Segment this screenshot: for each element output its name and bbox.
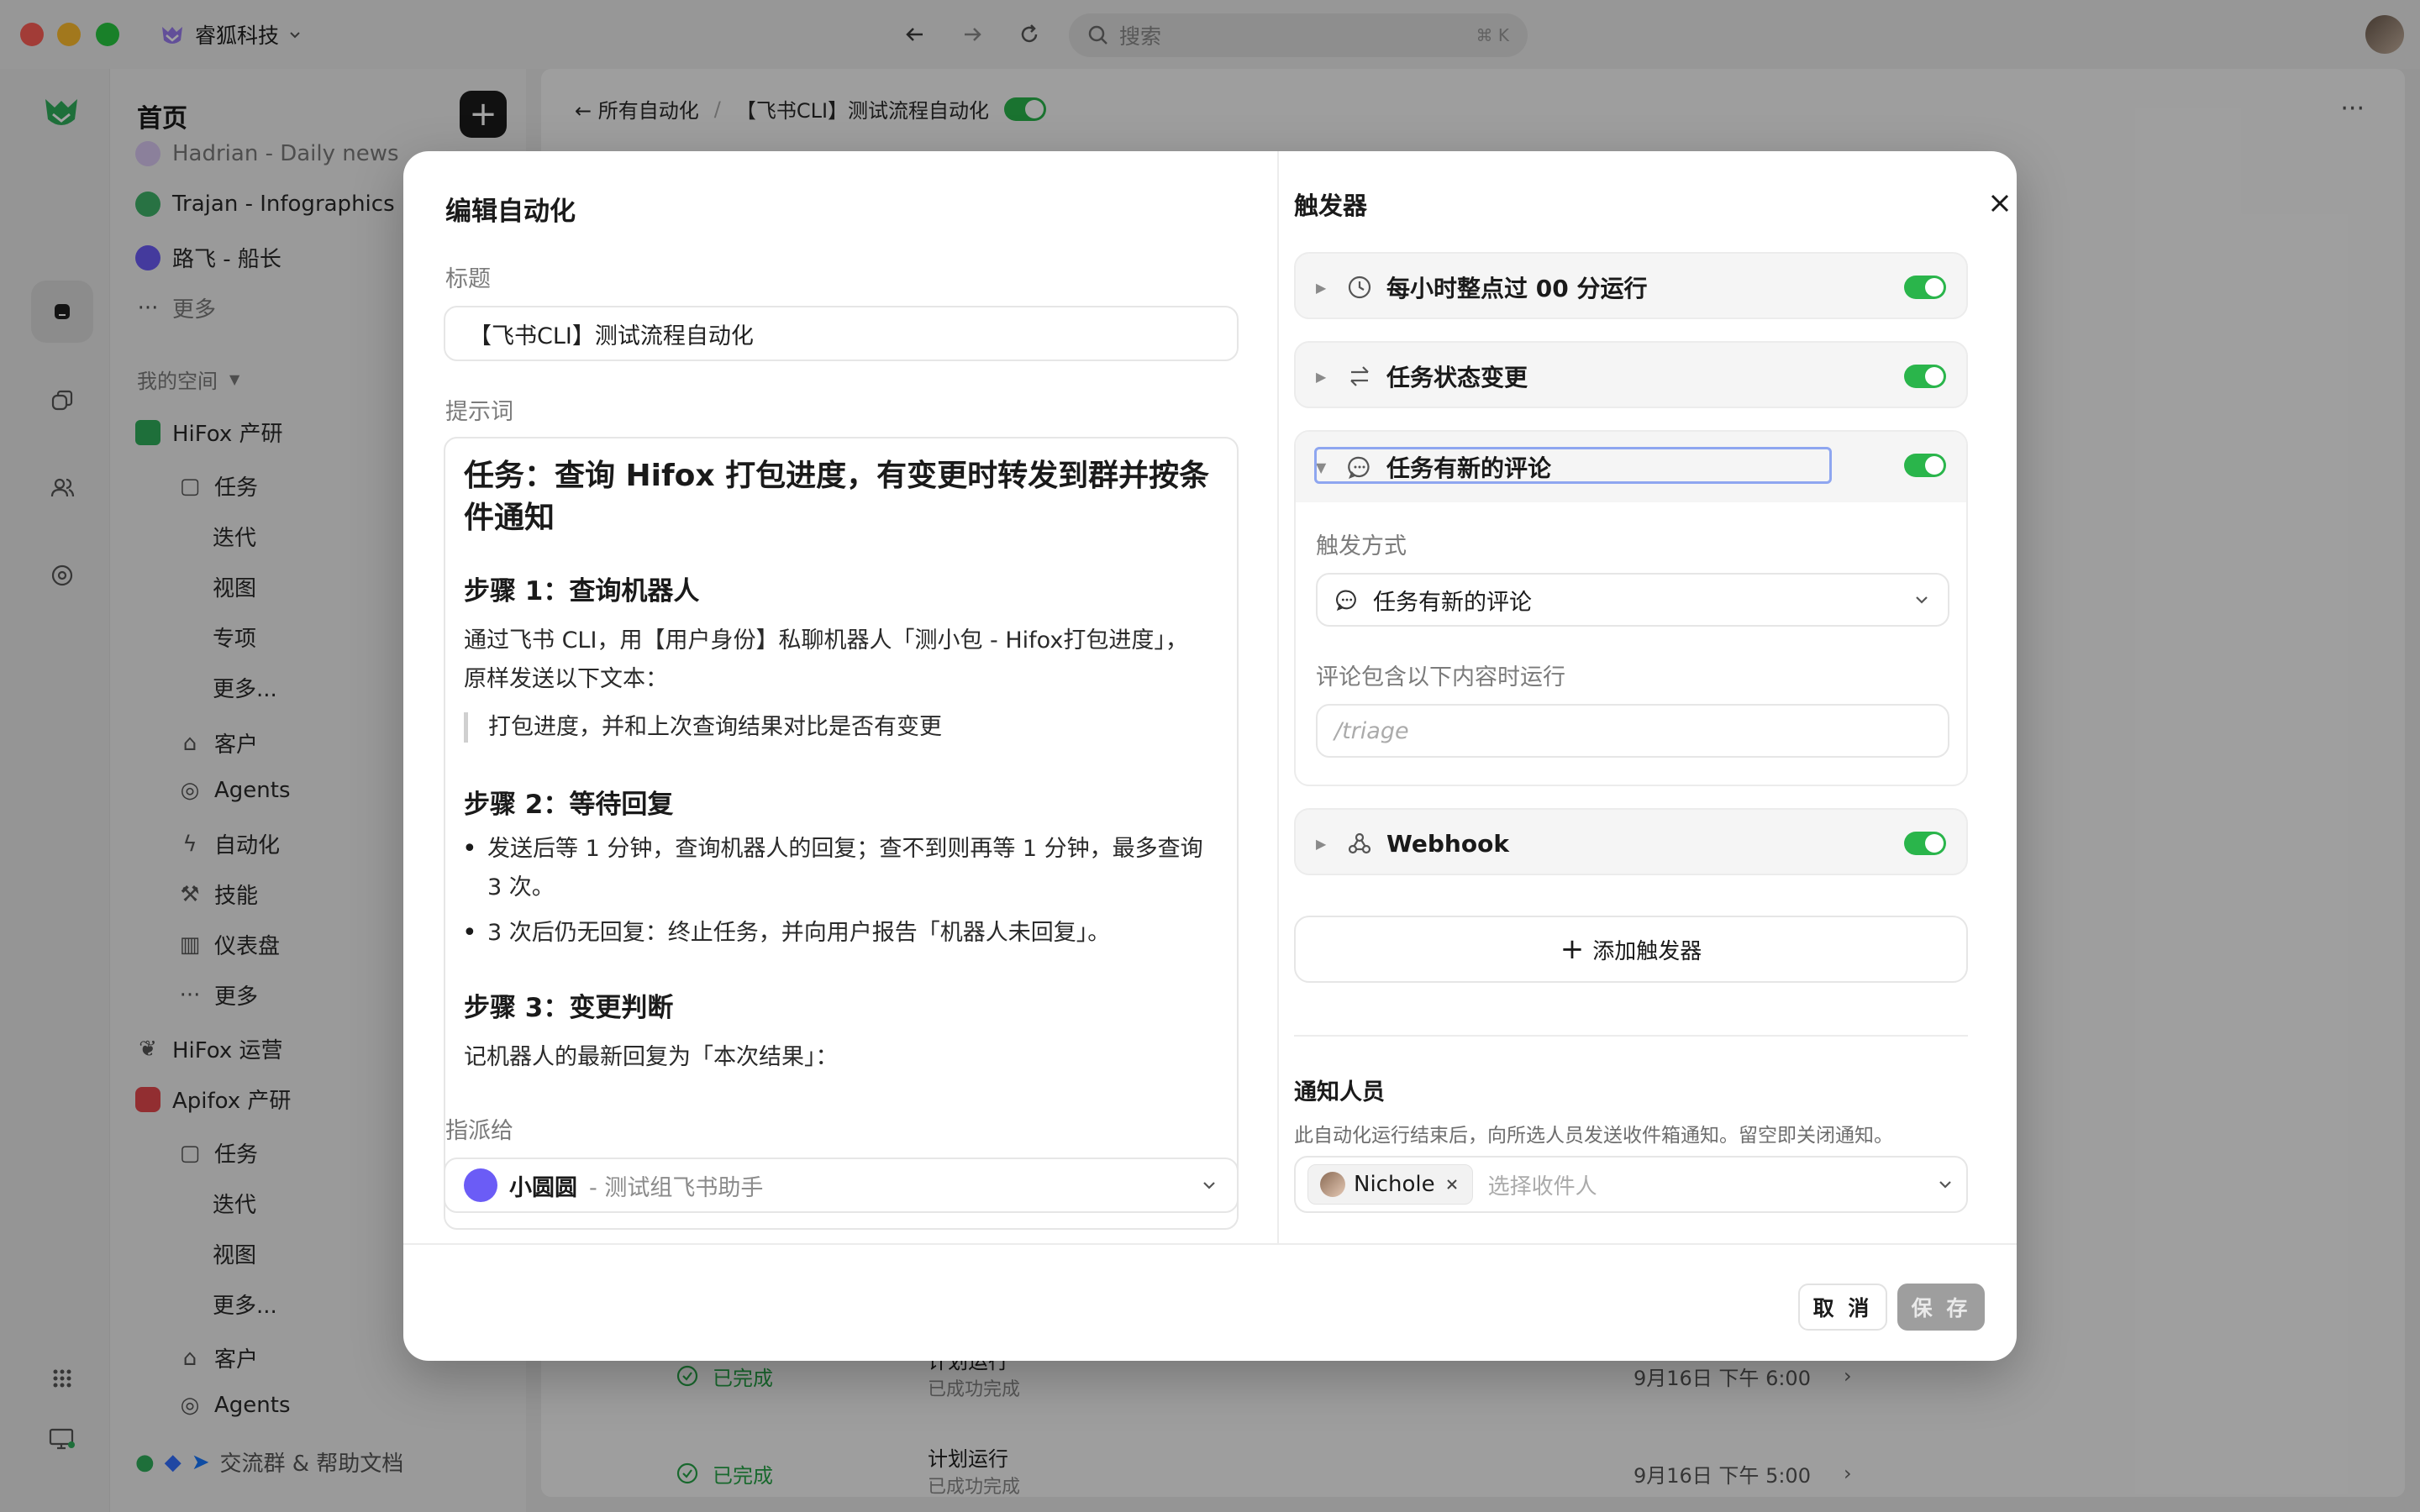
triggers-title: 触发器 <box>1294 192 1368 220</box>
comment-filter-placeholder: /triage <box>1334 717 1409 744</box>
notify-description: 此自动化运行结束后，向所选人员发送收件箱通知。留空即关闭通知。 <box>1294 1125 1893 1147</box>
close-icon[interactable] <box>1444 1176 1460 1193</box>
trigger-card[interactable]: ▶ 任务状态变更 <box>1294 341 1968 408</box>
recipient-avatar <box>1320 1172 1345 1197</box>
add-trigger-label: 添加触发器 <box>1592 938 1702 964</box>
prompt-list-item: 3 次后仍无回复：终止任务，并向用户报告「机器人未回复」。 <box>462 914 1210 953</box>
swap-icon <box>1350 366 1369 386</box>
section-divider <box>1294 1035 1968 1037</box>
modal-right-column: 触发器 ▶ 每小时整点过 00 分运行 ▶ 任务状态变更 ▼ 任务有新的评论 触… <box>1279 151 2017 1243</box>
trigger-mode-value: 任务有新的评论 <box>1373 589 1532 616</box>
trigger-card[interactable]: ▶ Webhook <box>1294 808 1968 875</box>
focus-ring <box>1314 447 1832 484</box>
bot-avatar <box>464 1168 497 1202</box>
save-button[interactable]: 保 存 <box>1897 1284 1985 1331</box>
trigger-label: 任务状态变更 <box>1386 364 1528 391</box>
comment-icon <box>1336 590 1356 612</box>
trigger-label: 每小时整点过 00 分运行 <box>1386 275 1648 302</box>
comment-filter-input[interactable]: /triage <box>1316 704 1949 758</box>
trigger-label: Webhook <box>1386 829 1509 858</box>
prompt-list-item: 发送后等 1 分钟，查询机器人的回复；查不到则再等 1 分钟，最多查询 3 次。 <box>462 830 1210 907</box>
prompt-step2-title: 步骤 2：等待回复 <box>464 790 674 820</box>
prompt-step1-text: 通过飞书 CLI，用【用户身份】私聊机器人「测小包 - Hifox打包进度」， … <box>464 627 1188 692</box>
chevron-down-icon <box>1939 1181 1951 1189</box>
prompt-step1-title: 步骤 1：查询机器人 <box>464 576 700 606</box>
assignee-role: - 测试组飞书助手 <box>589 1174 764 1201</box>
add-trigger-button[interactable]: + 添加触发器 <box>1294 916 1968 983</box>
prompt-editor[interactable]: 任务：查询 Hifox 打包进度，有变更时转发到群并按条件通知 步骤 1：查询机… <box>444 437 1239 1230</box>
trigger-mode-label: 触发方式 <box>1316 533 1407 559</box>
recipient-name: Nichole <box>1354 1172 1435 1197</box>
modal-footer: 取 消 保 存 <box>403 1243 2017 1361</box>
title-field-label: 标题 <box>445 266 491 292</box>
prompt-heading: 任务：查询 Hifox 打包进度，有变更时转发到群并按条件通知 <box>464 459 1210 535</box>
prompt-step1-quote: 打包进度，并和上次查询结果对比是否有变更 <box>464 712 942 743</box>
chevron-down-icon <box>1203 1182 1215 1189</box>
title-input[interactable]: 【飞书CLI】测试流程自动化 <box>444 306 1239 361</box>
chevron-down-icon <box>1916 596 1928 604</box>
assignee-name: 小圆圆 <box>509 1174 577 1201</box>
trigger-card-expanded: ▼ 任务有新的评论 触发方式 任务有新的评论 评论包含以下内容时运行 /tria… <box>1294 430 1968 786</box>
trigger-toggle[interactable] <box>1904 365 1946 388</box>
clock-icon <box>1348 276 1371 299</box>
trigger-card[interactable]: ▶ 每小时整点过 00 分运行 <box>1294 252 1968 319</box>
cancel-button[interactable]: 取 消 <box>1798 1284 1887 1331</box>
caret-right-icon[interactable]: ▶ <box>1316 369 1333 385</box>
modal-title: 编辑自动化 <box>445 197 576 227</box>
notify-title: 通知人员 <box>1294 1079 1385 1105</box>
caret-right-icon[interactable]: ▶ <box>1316 280 1333 296</box>
comment-filter-label: 评论包含以下内容时运行 <box>1316 664 1565 690</box>
modal-left-column: 编辑自动化 标题 【飞书CLI】测试流程自动化 提示词 任务：查询 Hifox … <box>403 151 1277 1243</box>
recipient-chip: Nichole <box>1307 1164 1473 1205</box>
title-input-value: 【飞书CLI】测试流程自动化 <box>469 323 754 349</box>
assign-field-label: 指派给 <box>445 1112 613 1145</box>
plus-icon: + <box>1560 932 1585 966</box>
recipients-select[interactable]: Nichole 选择收件人 <box>1294 1156 1968 1213</box>
assignee-select[interactable]: 小圆圆 - 测试组飞书助手 <box>444 1158 1239 1213</box>
caret-right-icon[interactable]: ▶ <box>1316 836 1333 852</box>
recipient-placeholder: 选择收件人 <box>1487 1173 1597 1200</box>
prompt-field-label: 提示词 <box>445 399 513 425</box>
prompt-step3-text: 记机器人的最新回复为「本次结果」： <box>464 1044 839 1070</box>
trigger-mode-select[interactable]: 任务有新的评论 <box>1316 573 1949 627</box>
close-icon[interactable] <box>1983 186 2017 220</box>
trigger-toggle[interactable] <box>1904 832 1946 855</box>
prompt-step3-title: 步骤 3：变更判断 <box>464 993 674 1023</box>
trigger-toggle[interactable] <box>1904 454 1946 477</box>
trigger-toggle[interactable] <box>1904 276 1946 299</box>
edit-automation-modal: 编辑自动化 标题 【飞书CLI】测试流程自动化 提示词 任务：查询 Hifox … <box>403 151 2017 1361</box>
webhook-icon <box>1348 832 1371 854</box>
